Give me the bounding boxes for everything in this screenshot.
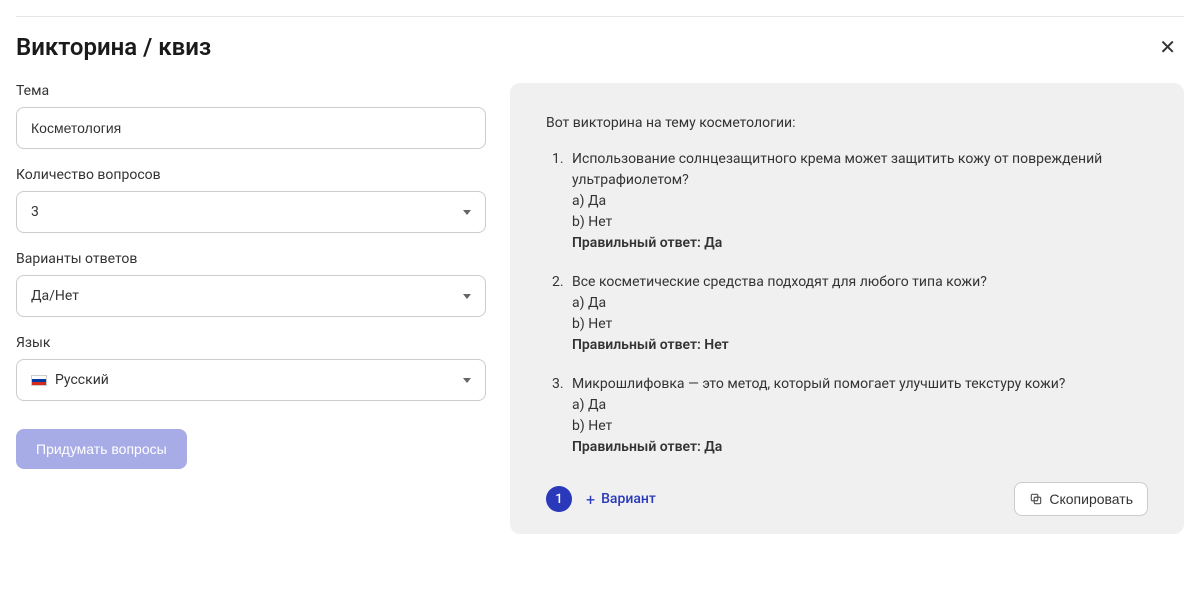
- num-questions-label: Количество вопросов: [16, 167, 486, 183]
- copy-icon: [1029, 492, 1043, 506]
- plus-icon: +: [586, 490, 595, 509]
- modal-title: Викторина / квиз: [16, 33, 211, 61]
- flag-russia-icon: [31, 375, 47, 386]
- language-value: Русский: [55, 372, 109, 388]
- modal-content: Тема Количество вопросов 3 Варианты отве…: [16, 83, 1184, 534]
- language-label: Язык: [16, 335, 486, 351]
- num-questions-value: 3: [31, 204, 39, 220]
- quiz-option-b: b) Нет: [572, 212, 1148, 233]
- copy-button-label: Скопировать: [1049, 491, 1133, 507]
- answer-variants-select[interactable]: Да/Нет: [16, 275, 486, 317]
- quiz-correct-answer: Правильный ответ: Да: [572, 233, 1148, 254]
- answer-variants-group: Варианты ответов Да/Нет: [16, 251, 486, 317]
- footer-left: 1 + Вариант: [546, 486, 656, 512]
- quiz-question-text: Все косметические средства подходят для …: [572, 272, 1148, 293]
- quiz-option-a: a) Да: [572, 395, 1148, 416]
- add-variant-label: Вариант: [601, 491, 656, 507]
- close-icon[interactable]: ✕: [1151, 31, 1184, 63]
- answer-variants-label: Варианты ответов: [16, 251, 486, 267]
- language-group: Язык Русский: [16, 335, 486, 401]
- quiz-option-b: b) Нет: [572, 416, 1148, 437]
- add-variant-button[interactable]: + Вариант: [586, 490, 656, 509]
- variant-page-badge[interactable]: 1: [546, 486, 572, 512]
- quiz-question-item: Использование солнцезащитного крема може…: [546, 149, 1148, 254]
- quiz-list: Использование солнцезащитного крема може…: [546, 149, 1148, 458]
- num-questions-select[interactable]: 3: [16, 191, 486, 233]
- language-select[interactable]: Русский: [16, 359, 486, 401]
- quiz-option-a: a) Да: [572, 191, 1148, 212]
- quiz-intro-text: Вот викторина на тему косметологии:: [546, 115, 1148, 131]
- generate-button[interactable]: Придумать вопросы: [16, 429, 187, 469]
- quiz-correct-answer: Правильный ответ: Да: [572, 437, 1148, 458]
- topic-label: Тема: [16, 83, 486, 99]
- topic-input[interactable]: [16, 107, 486, 149]
- quiz-question-text: Использование солнцезащитного крема може…: [572, 149, 1148, 191]
- chevron-down-icon: [463, 294, 471, 299]
- num-questions-group: Количество вопросов 3: [16, 167, 486, 233]
- quiz-question-item: Все косметические средства подходят для …: [546, 272, 1148, 356]
- quiz-question-item: Микрошлифовка — это метод, который помог…: [546, 374, 1148, 458]
- answer-variants-value: Да/Нет: [31, 288, 79, 304]
- chevron-down-icon: [463, 210, 471, 215]
- topic-group: Тема: [16, 83, 486, 149]
- modal-header: Викторина / квиз ✕: [16, 16, 1184, 63]
- quiz-option-b: b) Нет: [572, 314, 1148, 335]
- output-panel: Вот викторина на тему косметологии: Испо…: [510, 83, 1184, 534]
- quiz-generator-modal: Викторина / квиз ✕ Тема Количество вопро…: [0, 0, 1200, 600]
- quiz-question-text: Микрошлифовка — это метод, который помог…: [572, 374, 1148, 395]
- quiz-correct-answer: Правильный ответ: Нет: [572, 335, 1148, 356]
- quiz-option-a: a) Да: [572, 293, 1148, 314]
- copy-button[interactable]: Скопировать: [1014, 482, 1148, 516]
- form-panel: Тема Количество вопросов 3 Варианты отве…: [16, 83, 486, 534]
- chevron-down-icon: [463, 378, 471, 383]
- output-footer: 1 + Вариант Скопировать: [546, 482, 1148, 516]
